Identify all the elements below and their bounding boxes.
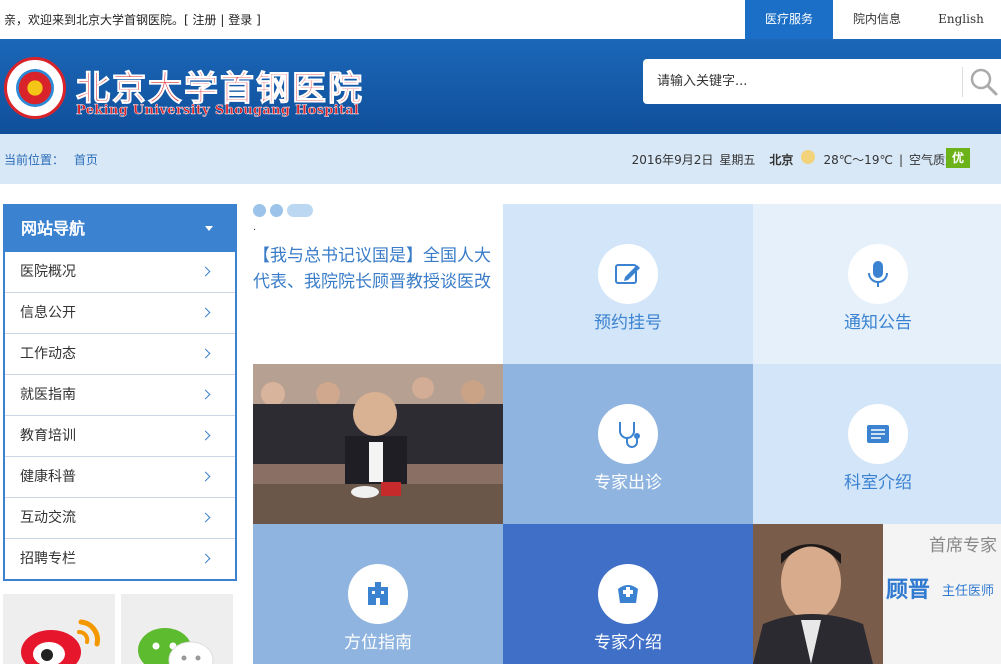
nav-item-label: 教育培训: [20, 428, 76, 444]
search-divider: [962, 67, 963, 97]
chevron-right-icon: [200, 471, 211, 482]
building-icon: [348, 564, 408, 624]
tile-notices[interactable]: 通知公告: [753, 204, 1001, 364]
chevron-right-icon: [200, 307, 211, 318]
nav-item-recruitment[interactable]: 招聘专栏: [5, 539, 235, 580]
nav-item-label: 信息公开: [20, 305, 76, 321]
nav-item-interaction[interactable]: 互动交流: [5, 498, 235, 539]
chevron-right-icon: [200, 389, 211, 400]
weibo-icon: [21, 619, 100, 664]
info-bar: 当前位置： 首页 2016年9月2日 星期五 北京 28℃～19℃ | 空气质量…: [0, 134, 1001, 184]
weather-city: 北京: [769, 153, 794, 167]
news-marker: .: [253, 222, 257, 233]
news-headline[interactable]: 【我与总书记议国是】全国人大代表、我院院长顾晋教授谈医改: [253, 243, 501, 295]
tile-expert-schedule[interactable]: 专家出诊: [503, 364, 753, 524]
top-bar: 亲，欢迎来到北京大学首钢医院。[ 注册 | 登录 ] 医疗服务 院内信息 Eng…: [0, 0, 1001, 39]
nav-item-label: 医院概况: [20, 264, 76, 280]
tile-label: 科室介绍: [844, 473, 912, 493]
breadcrumb-home-link[interactable]: 首页: [74, 153, 98, 167]
caret-down-icon: [205, 226, 213, 231]
welcome-line: 亲，欢迎来到北京大学首钢医院。[ 注册 | 登录 ]: [4, 11, 261, 28]
chevron-right-icon: [200, 553, 211, 564]
breadcrumb: 当前位置： 首页: [4, 151, 98, 168]
logo-english-name[interactable]: Peking University Shougang Hospital: [76, 103, 359, 118]
tile-label: 专家出诊: [594, 473, 662, 493]
nav-item-visit-guide[interactable]: 就医指南: [5, 375, 235, 416]
chevron-right-icon: [200, 348, 211, 359]
nav-title: 网站导航: [21, 219, 86, 238]
sunny-icon: [801, 149, 816, 164]
carousel-dot-active[interactable]: [287, 204, 313, 217]
search-icon[interactable]: [969, 67, 999, 97]
search-box: [643, 59, 1001, 104]
document-icon: [848, 404, 908, 464]
carousel-dot[interactable]: [253, 204, 266, 217]
nav-item-public-info[interactable]: 信息公开: [5, 293, 235, 334]
nav-item-label: 招聘专栏: [20, 551, 76, 567]
current-date: 2016年9月2日: [631, 153, 714, 167]
tile-appointment[interactable]: 预约挂号: [503, 204, 753, 364]
nav-item-label: 就医指南: [20, 387, 76, 403]
header: 北京大学首钢医院 Peking University Shougang Hosp…: [0, 39, 1001, 134]
stethoscope-icon: [598, 404, 658, 464]
nav-item-health-science[interactable]: 健康科普: [5, 457, 235, 498]
welcome-text: 亲，欢迎来到北京大学首钢医院。[: [4, 13, 189, 27]
weather-divider: |: [898, 152, 903, 167]
nav-item-education[interactable]: 教育培训: [5, 416, 235, 457]
hospital-logo-icon[interactable]: [4, 57, 66, 119]
nurse-cap-icon: [598, 564, 658, 624]
wechat-link[interactable]: [121, 594, 233, 664]
breadcrumb-label: 当前位置：: [4, 153, 65, 167]
chevron-right-icon: [200, 512, 211, 523]
tab-english[interactable]: English: [921, 0, 1001, 39]
carousel-dot[interactable]: [270, 204, 283, 217]
nav-item-work-news[interactable]: 工作动态: [5, 334, 235, 375]
register-link[interactable]: 注册: [193, 13, 217, 27]
chevron-right-icon: [200, 266, 211, 277]
tile-departments[interactable]: 科室介绍: [753, 364, 1001, 524]
chevron-right-icon: [200, 430, 211, 441]
tile-expert-intro[interactable]: 专家介绍: [503, 524, 753, 664]
nav-item-hospital-overview[interactable]: 医院概况: [5, 252, 235, 293]
microphone-icon: [848, 244, 908, 304]
nav-item-label: 工作动态: [20, 346, 76, 362]
nav-item-label: 健康科普: [20, 469, 76, 485]
weather-temperature: 28℃～19℃: [823, 153, 893, 167]
login-link[interactable]: 登录: [228, 13, 252, 27]
expert-title: 首席专家: [929, 536, 997, 556]
nav-header[interactable]: 网站导航: [5, 206, 235, 252]
carousel-dots: [253, 204, 313, 217]
weibo-link[interactable]: [3, 594, 115, 664]
welcome-close-bracket: ]: [256, 13, 261, 27]
tile-label: 专家介绍: [594, 633, 662, 653]
expert-name: 顾晋: [886, 578, 931, 603]
tile-label: 方位指南: [344, 633, 412, 653]
tab-internal-info[interactable]: 院内信息: [833, 0, 921, 39]
top-tabs: 医疗服务 院内信息 English: [745, 0, 1001, 39]
date-weather: 2016年9月2日 星期五 北京 28℃～19℃ | 空气质量：: [631, 149, 969, 168]
news-photo[interactable]: [253, 364, 503, 524]
expert-role: 主任医师: [942, 584, 995, 599]
nav-item-label: 互动交流: [20, 510, 76, 526]
wechat-icon: [138, 628, 214, 664]
pen-edit-icon: [598, 244, 658, 304]
expert-photo: [753, 524, 883, 664]
tile-label: 通知公告: [844, 313, 912, 333]
tile-label: 预约挂号: [594, 313, 662, 333]
air-quality-badge: 优: [946, 148, 970, 168]
chief-expert-panel[interactable]: 首席专家 顾晋 主任医师: [753, 524, 1001, 664]
welcome-separator: |: [220, 13, 225, 27]
site-navigation: 网站导航 医院概况 信息公开 工作动态 就医指南 教育培训 健康科普 互动交流 …: [3, 204, 237, 581]
search-input[interactable]: [657, 59, 957, 104]
tile-directions[interactable]: 方位指南: [253, 524, 503, 664]
tab-medical-services[interactable]: 医疗服务: [745, 0, 833, 39]
current-weekday: 星期五: [719, 153, 756, 167]
